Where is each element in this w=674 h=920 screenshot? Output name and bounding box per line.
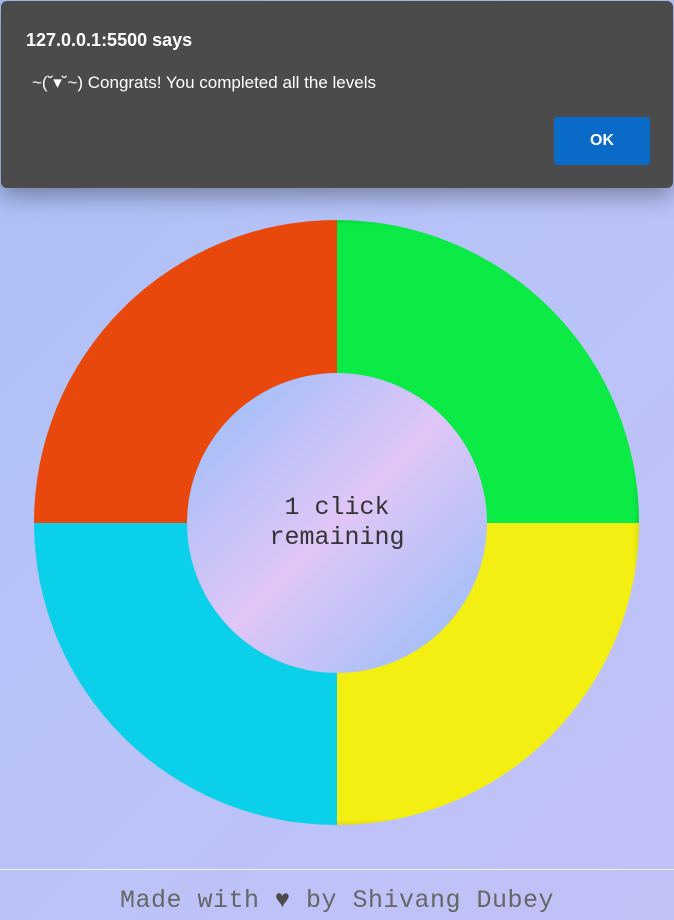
dialog-title: 127.0.0.1:5500 says (26, 30, 193, 50)
ok-button[interactable]: OK (554, 117, 650, 165)
footer: Made with ♥ by Shivang Dubey (0, 884, 674, 918)
clicks-remaining-text: 1 click remaining (269, 493, 405, 552)
center-status: 1 click remaining (187, 373, 487, 673)
footer-author: by Shivang Dubey (290, 886, 555, 915)
footer-prefix: Made with (119, 886, 275, 915)
heart-icon: ♥ (274, 886, 291, 915)
dialog-message: ~(˘▾˘~) Congrats! You completed all the … (32, 73, 376, 92)
alert-dialog: 127.0.0.1:5500 says ~(˘▾˘~) Congrats! Yo… (1, 1, 673, 188)
footer-divider (0, 869, 674, 870)
